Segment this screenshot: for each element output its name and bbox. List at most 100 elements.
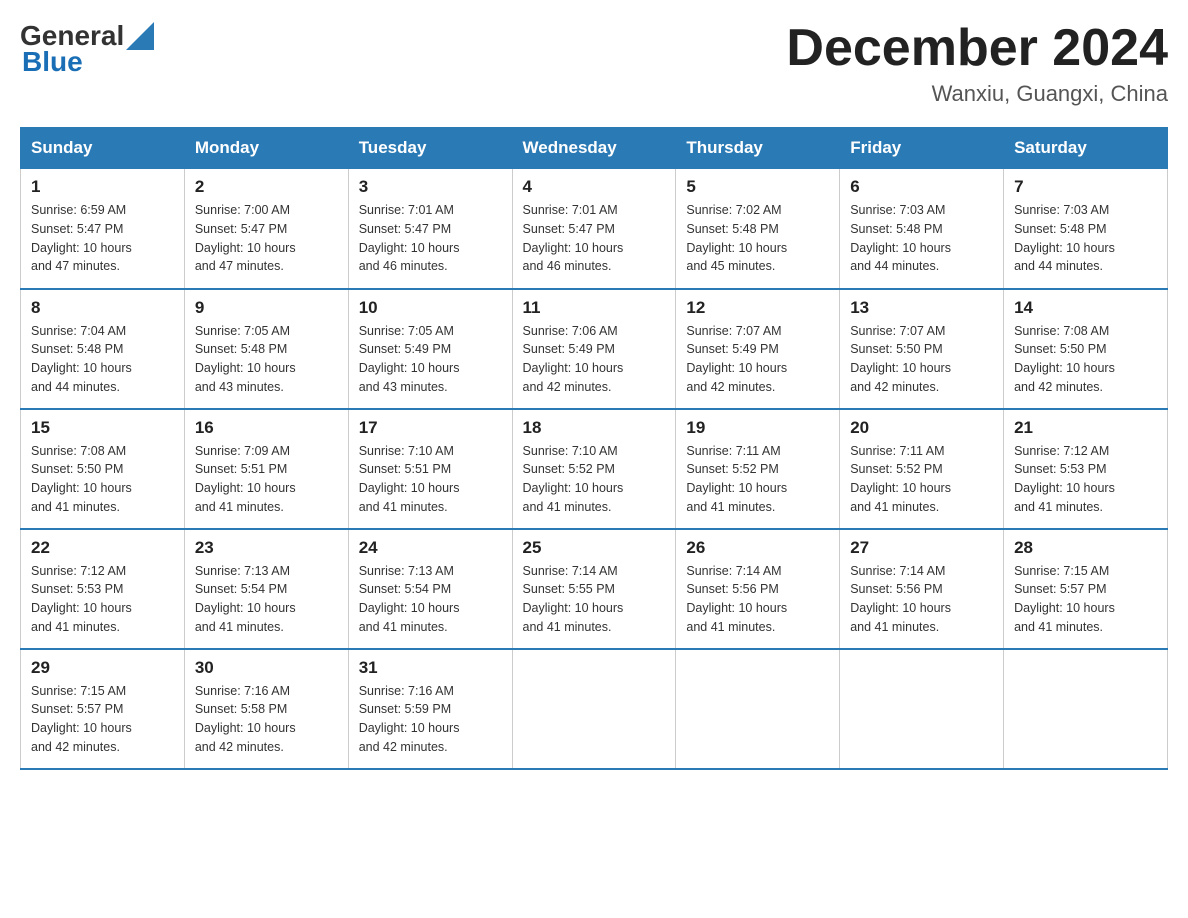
day-number: 26 [686,538,829,558]
day-number: 10 [359,298,502,318]
title-section: December 2024 Wanxiu, Guangxi, China [786,20,1168,107]
week-row-2: 8 Sunrise: 7:04 AMSunset: 5:48 PMDayligh… [21,289,1168,409]
day-number: 25 [523,538,666,558]
calendar-title: December 2024 [786,20,1168,77]
header-friday: Friday [840,128,1004,169]
calendar-cell: 3 Sunrise: 7:01 AMSunset: 5:47 PMDayligh… [348,169,512,289]
day-number: 5 [686,177,829,197]
calendar-cell: 17 Sunrise: 7:10 AMSunset: 5:51 PMDaylig… [348,409,512,529]
day-info: Sunrise: 7:15 AMSunset: 5:57 PMDaylight:… [1014,562,1157,637]
day-info: Sunrise: 6:59 AMSunset: 5:47 PMDaylight:… [31,201,174,276]
weekday-header-row: SundayMondayTuesdayWednesdayThursdayFrid… [21,128,1168,169]
calendar-cell: 24 Sunrise: 7:13 AMSunset: 5:54 PMDaylig… [348,529,512,649]
header-thursday: Thursday [676,128,840,169]
calendar-cell [1004,649,1168,769]
calendar-cell: 13 Sunrise: 7:07 AMSunset: 5:50 PMDaylig… [840,289,1004,409]
day-number: 31 [359,658,502,678]
header-sunday: Sunday [21,128,185,169]
day-info: Sunrise: 7:16 AMSunset: 5:59 PMDaylight:… [359,682,502,757]
header-wednesday: Wednesday [512,128,676,169]
day-number: 18 [523,418,666,438]
day-number: 4 [523,177,666,197]
header-tuesday: Tuesday [348,128,512,169]
calendar-cell: 4 Sunrise: 7:01 AMSunset: 5:47 PMDayligh… [512,169,676,289]
day-number: 12 [686,298,829,318]
week-row-1: 1 Sunrise: 6:59 AMSunset: 5:47 PMDayligh… [21,169,1168,289]
week-row-5: 29 Sunrise: 7:15 AMSunset: 5:57 PMDaylig… [21,649,1168,769]
calendar-table: SundayMondayTuesdayWednesdayThursdayFrid… [20,127,1168,770]
calendar-cell: 31 Sunrise: 7:16 AMSunset: 5:59 PMDaylig… [348,649,512,769]
day-info: Sunrise: 7:12 AMSunset: 5:53 PMDaylight:… [1014,442,1157,517]
day-info: Sunrise: 7:05 AMSunset: 5:48 PMDaylight:… [195,322,338,397]
calendar-cell: 10 Sunrise: 7:05 AMSunset: 5:49 PMDaylig… [348,289,512,409]
day-info: Sunrise: 7:00 AMSunset: 5:47 PMDaylight:… [195,201,338,276]
day-number: 7 [1014,177,1157,197]
day-number: 22 [31,538,174,558]
day-number: 14 [1014,298,1157,318]
calendar-cell: 18 Sunrise: 7:10 AMSunset: 5:52 PMDaylig… [512,409,676,529]
day-info: Sunrise: 7:07 AMSunset: 5:50 PMDaylight:… [850,322,993,397]
logo-icon [126,22,154,50]
calendar-cell: 2 Sunrise: 7:00 AMSunset: 5:47 PMDayligh… [184,169,348,289]
calendar-cell: 16 Sunrise: 7:09 AMSunset: 5:51 PMDaylig… [184,409,348,529]
day-number: 13 [850,298,993,318]
calendar-cell: 12 Sunrise: 7:07 AMSunset: 5:49 PMDaylig… [676,289,840,409]
day-number: 2 [195,177,338,197]
day-number: 19 [686,418,829,438]
calendar-cell: 14 Sunrise: 7:08 AMSunset: 5:50 PMDaylig… [1004,289,1168,409]
day-number: 23 [195,538,338,558]
header-saturday: Saturday [1004,128,1168,169]
day-info: Sunrise: 7:08 AMSunset: 5:50 PMDaylight:… [1014,322,1157,397]
day-info: Sunrise: 7:01 AMSunset: 5:47 PMDaylight:… [523,201,666,276]
calendar-cell: 28 Sunrise: 7:15 AMSunset: 5:57 PMDaylig… [1004,529,1168,649]
day-number: 21 [1014,418,1157,438]
day-info: Sunrise: 7:11 AMSunset: 5:52 PMDaylight:… [686,442,829,517]
day-info: Sunrise: 7:15 AMSunset: 5:57 PMDaylight:… [31,682,174,757]
day-number: 6 [850,177,993,197]
day-info: Sunrise: 7:06 AMSunset: 5:49 PMDaylight:… [523,322,666,397]
day-info: Sunrise: 7:13 AMSunset: 5:54 PMDaylight:… [359,562,502,637]
day-number: 17 [359,418,502,438]
calendar-cell: 20 Sunrise: 7:11 AMSunset: 5:52 PMDaylig… [840,409,1004,529]
day-info: Sunrise: 7:09 AMSunset: 5:51 PMDaylight:… [195,442,338,517]
day-number: 9 [195,298,338,318]
calendar-cell: 6 Sunrise: 7:03 AMSunset: 5:48 PMDayligh… [840,169,1004,289]
calendar-cell: 7 Sunrise: 7:03 AMSunset: 5:48 PMDayligh… [1004,169,1168,289]
week-row-3: 15 Sunrise: 7:08 AMSunset: 5:50 PMDaylig… [21,409,1168,529]
day-info: Sunrise: 7:08 AMSunset: 5:50 PMDaylight:… [31,442,174,517]
calendar-cell: 5 Sunrise: 7:02 AMSunset: 5:48 PMDayligh… [676,169,840,289]
day-info: Sunrise: 7:01 AMSunset: 5:47 PMDaylight:… [359,201,502,276]
logo-blue-text: Blue [22,46,83,78]
day-info: Sunrise: 7:14 AMSunset: 5:55 PMDaylight:… [523,562,666,637]
day-info: Sunrise: 7:02 AMSunset: 5:48 PMDaylight:… [686,201,829,276]
day-info: Sunrise: 7:10 AMSunset: 5:51 PMDaylight:… [359,442,502,517]
calendar-cell: 25 Sunrise: 7:14 AMSunset: 5:55 PMDaylig… [512,529,676,649]
day-info: Sunrise: 7:07 AMSunset: 5:49 PMDaylight:… [686,322,829,397]
day-info: Sunrise: 7:16 AMSunset: 5:58 PMDaylight:… [195,682,338,757]
day-number: 24 [359,538,502,558]
day-info: Sunrise: 7:03 AMSunset: 5:48 PMDaylight:… [1014,201,1157,276]
day-number: 30 [195,658,338,678]
calendar-cell: 8 Sunrise: 7:04 AMSunset: 5:48 PMDayligh… [21,289,185,409]
calendar-cell: 29 Sunrise: 7:15 AMSunset: 5:57 PMDaylig… [21,649,185,769]
calendar-cell: 21 Sunrise: 7:12 AMSunset: 5:53 PMDaylig… [1004,409,1168,529]
calendar-cell: 15 Sunrise: 7:08 AMSunset: 5:50 PMDaylig… [21,409,185,529]
day-number: 15 [31,418,174,438]
day-number: 3 [359,177,502,197]
calendar-cell: 30 Sunrise: 7:16 AMSunset: 5:58 PMDaylig… [184,649,348,769]
calendar-cell [676,649,840,769]
calendar-cell [840,649,1004,769]
day-number: 28 [1014,538,1157,558]
day-number: 27 [850,538,993,558]
day-info: Sunrise: 7:03 AMSunset: 5:48 PMDaylight:… [850,201,993,276]
calendar-cell: 19 Sunrise: 7:11 AMSunset: 5:52 PMDaylig… [676,409,840,529]
day-info: Sunrise: 7:05 AMSunset: 5:49 PMDaylight:… [359,322,502,397]
day-info: Sunrise: 7:11 AMSunset: 5:52 PMDaylight:… [850,442,993,517]
calendar-cell: 23 Sunrise: 7:13 AMSunset: 5:54 PMDaylig… [184,529,348,649]
day-info: Sunrise: 7:14 AMSunset: 5:56 PMDaylight:… [686,562,829,637]
week-row-4: 22 Sunrise: 7:12 AMSunset: 5:53 PMDaylig… [21,529,1168,649]
page-header: General Blue December 2024 Wanxiu, Guang… [20,20,1168,107]
calendar-cell: 1 Sunrise: 6:59 AMSunset: 5:47 PMDayligh… [21,169,185,289]
day-info: Sunrise: 7:12 AMSunset: 5:53 PMDaylight:… [31,562,174,637]
calendar-cell [512,649,676,769]
